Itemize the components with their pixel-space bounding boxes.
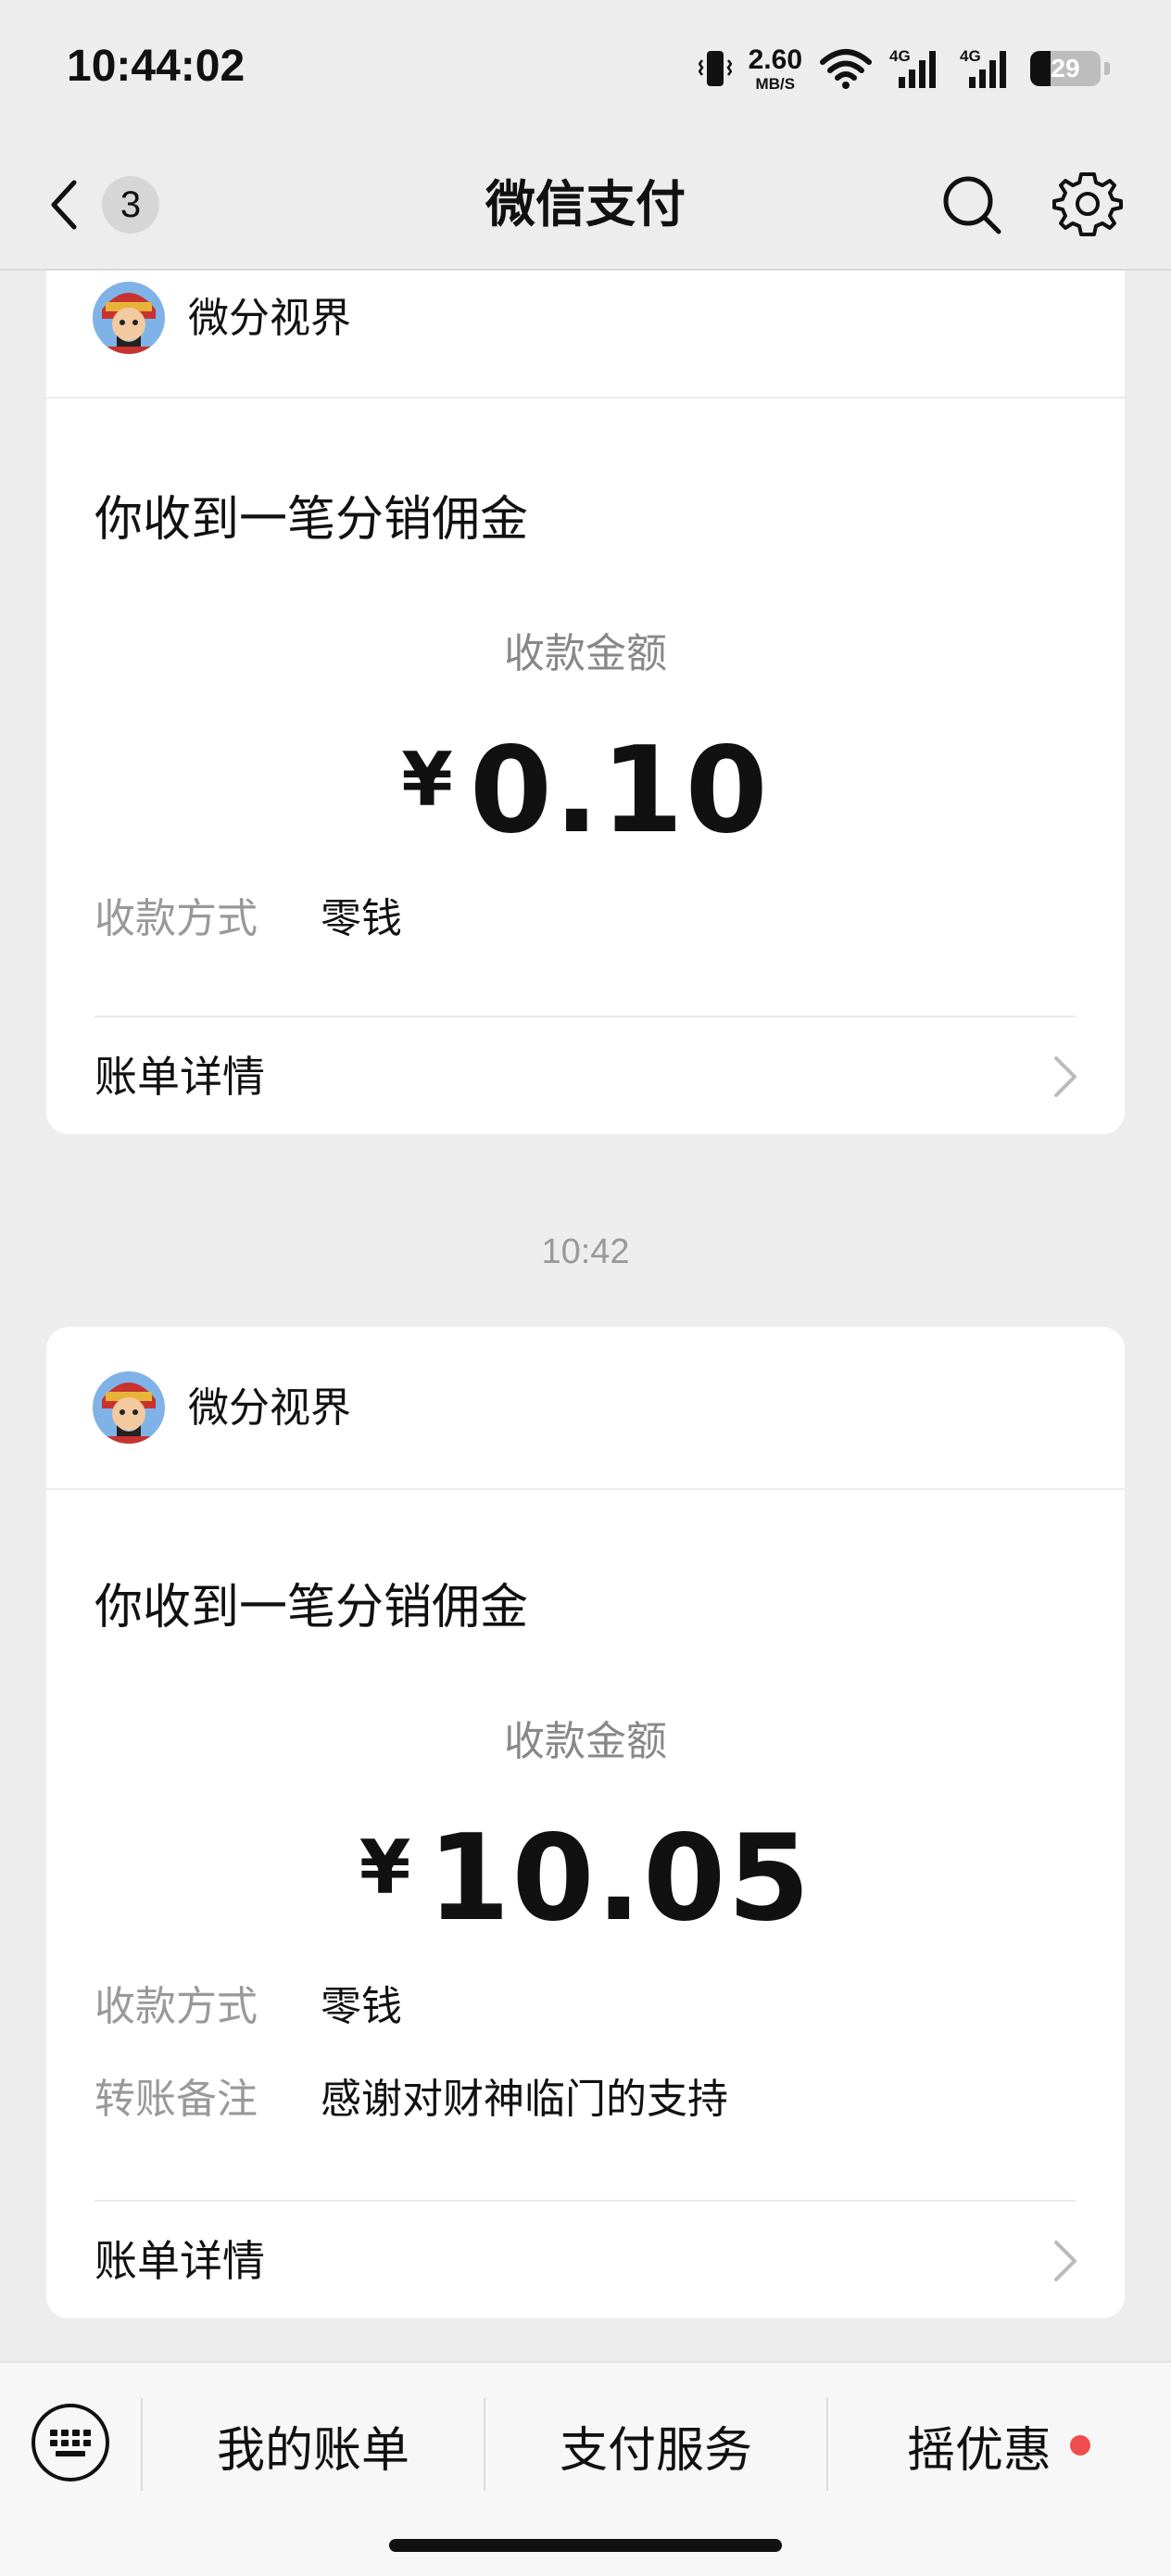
chevron-right-icon[interactable] (1049, 1053, 1082, 1101)
vibrate-icon (698, 51, 732, 86)
payment-method-label: 收款方式 (94, 1983, 258, 2030)
transfer-note-label: 转账备注 (94, 2076, 258, 2123)
menu-payment-services[interactable]: 支付服务 (485, 2404, 826, 2487)
transfer-note-value: 感谢对财神临门的支持 (321, 2076, 728, 2123)
status-time: 10:44:02 (67, 42, 246, 91)
merchant-avatar-icon (93, 1371, 165, 1444)
status-bar: 10:44:02 2.60 MB/S 4G 4G 29 (0, 0, 1171, 139)
menu-shake-offers-label: 摇优惠 (906, 2422, 1051, 2479)
home-indicator[interactable] (389, 2539, 782, 2552)
nav-bar: 3 微信支付 (0, 139, 1171, 271)
message-title: 你收到一笔分销佣金 (94, 1580, 529, 1635)
bill-details-link[interactable]: 账单详情 (94, 1047, 265, 1106)
currency-symbol: ¥ (401, 737, 453, 823)
merchant-avatar-icon (93, 282, 165, 354)
menu-shake-offers[interactable]: 摇优惠 (828, 2404, 1169, 2487)
merchant-name: 微分视界 (188, 1384, 351, 1432)
merchant-name: 微分视界 (188, 295, 351, 342)
amount-number: 10.05 (427, 1810, 812, 1948)
card-header: 微分视界 (46, 271, 1125, 398)
battery-tip (1104, 62, 1110, 75)
payment-message-card: 微分视界 你收到一笔分销佣金 收款金额 ¥0.10 收款方式 零钱 账单详情 (46, 271, 1125, 1134)
cellular-signal-2: 4G (960, 47, 1014, 90)
avatar[interactable] (93, 1371, 165, 1444)
notification-dot (1070, 2435, 1090, 2456)
wifi-icon (820, 49, 872, 89)
search-icon[interactable] (936, 169, 1006, 239)
gear-icon[interactable] (1052, 169, 1123, 239)
divider (94, 2200, 1077, 2202)
battery-icon: 29 (1030, 51, 1101, 86)
avatar[interactable] (93, 282, 165, 354)
status-icons: 2.60 MB/S 4G 4G 29 (698, 41, 1110, 96)
payment-method-value: 零钱 (321, 895, 402, 942)
payment-message-card: 微分视界 你收到一笔分销佣金 收款金额 ¥10.05 收款方式 零钱 转账备注 … (46, 1327, 1125, 2318)
card-header: 微分视界 (46, 1327, 1125, 1490)
cellular-signal-1: 4G (889, 47, 943, 90)
keyboard-icon[interactable] (28, 2400, 113, 2485)
currency-symbol: ¥ (359, 1825, 411, 1911)
bill-details-link[interactable]: 账单详情 (94, 2231, 265, 2291)
message-timestamp: 10:42 (541, 1232, 630, 1271)
battery-fill (1030, 51, 1051, 86)
network-speed-unit: MB/S (755, 74, 796, 93)
payment-method-value: 零钱 (321, 1983, 402, 2030)
amount-value: ¥10.05 (46, 1814, 1125, 1979)
signal-bars-icon (969, 51, 1006, 88)
network-speed-value: 2.60 (748, 44, 802, 75)
amount-label: 收款金额 (504, 630, 667, 677)
payment-method-label: 收款方式 (94, 895, 258, 942)
menu-my-bills[interactable]: 我的账单 (143, 2404, 484, 2487)
signal-bars-icon (899, 51, 936, 88)
divider (94, 1016, 1077, 1017)
amount-value: ¥0.10 (46, 726, 1125, 891)
amount-number: 0.10 (469, 722, 770, 860)
network-speed: 2.60 MB/S (748, 44, 802, 93)
chevron-right-icon[interactable] (1049, 2237, 1082, 2285)
battery-level: 29 (1051, 54, 1080, 82)
amount-label: 收款金额 (504, 1718, 667, 1765)
message-title: 你收到一笔分销佣金 (94, 492, 529, 548)
